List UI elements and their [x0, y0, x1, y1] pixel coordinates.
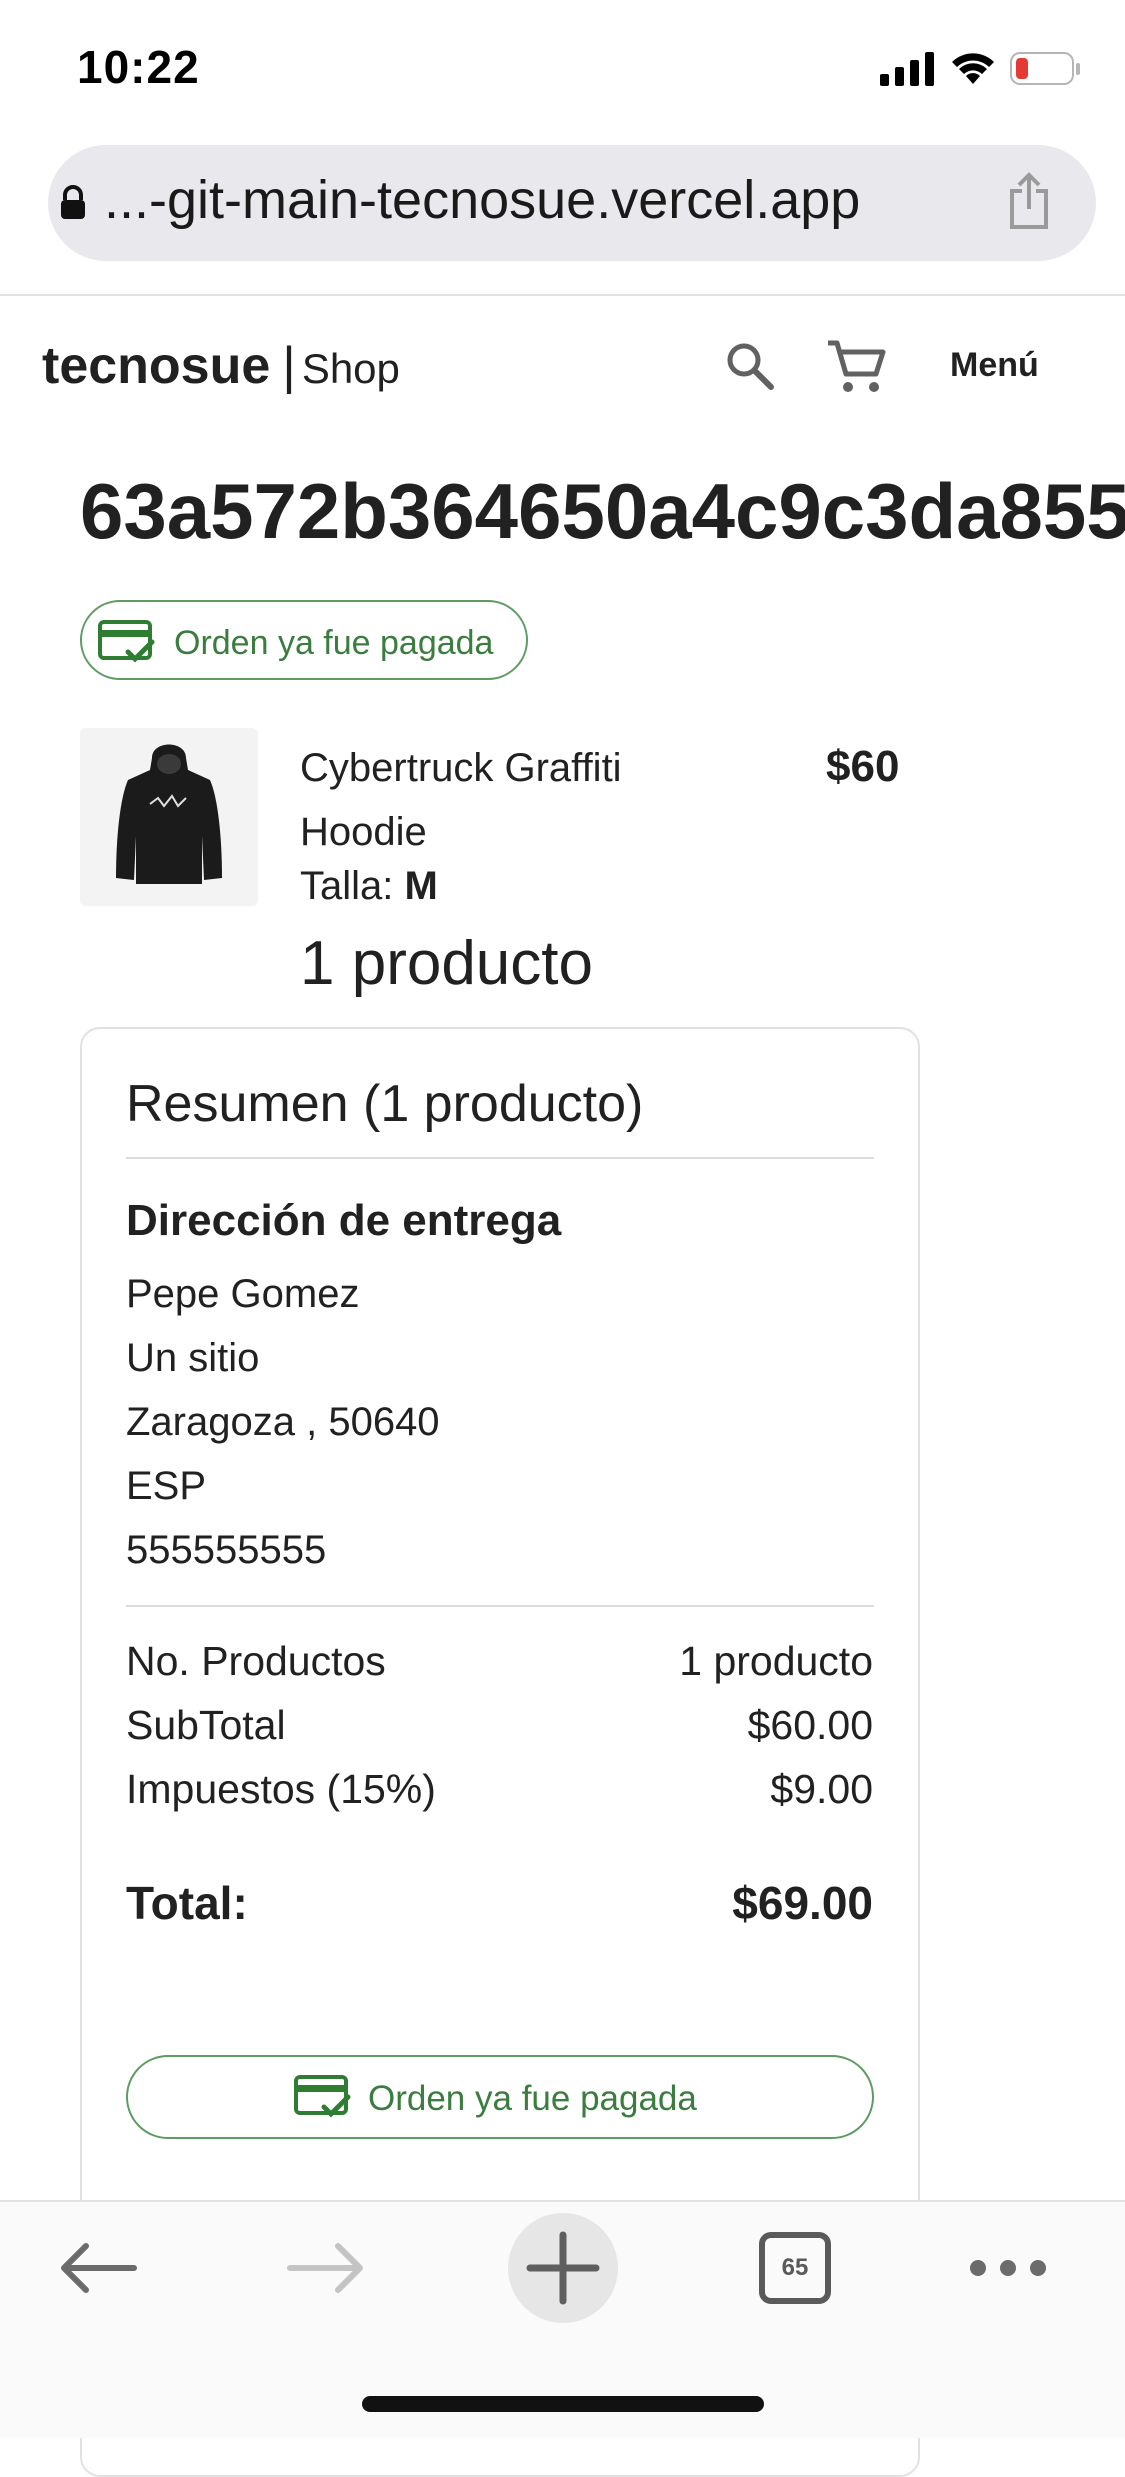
brand-logo[interactable]: tecnosue | Shop [42, 336, 400, 396]
summary-row-label: No. Productos [126, 1638, 386, 1684]
tabs-button[interactable]: 65 [759, 2232, 831, 2304]
more-icon[interactable] [966, 2253, 1050, 2283]
search-icon[interactable] [724, 340, 776, 392]
brand-name: tecnosue [42, 337, 271, 395]
product-quantity: 1 producto [300, 929, 593, 998]
share-icon[interactable] [1004, 171, 1054, 231]
credit-card-check-icon [294, 2075, 351, 2118]
total-label: Total: [126, 1877, 248, 1929]
product-size-label: Talla: [300, 864, 394, 908]
home-indicator[interactable] [362, 2396, 764, 2412]
cart-icon[interactable] [826, 338, 886, 396]
summary-divider-top [126, 1157, 874, 1159]
product-thumbnail[interactable] [80, 728, 258, 906]
summary-row-value: 1 producto [679, 1638, 873, 1684]
status-bar: 10:22 [0, 0, 1125, 140]
address-city-zip: Zaragoza , 50640 [126, 1400, 440, 1444]
address-name: Pepe Gomez [126, 1272, 360, 1316]
menu-button[interactable]: Menú [950, 346, 1039, 385]
hoodie-image [116, 744, 222, 884]
order-paid-status-label: Orden ya fue pagada [368, 2079, 697, 2118]
order-paid-chip-label: Orden ya fue pagada [174, 624, 494, 662]
summary-row-label: Impuestos (15%) [126, 1766, 436, 1812]
new-tab-button[interactable] [508, 2213, 618, 2323]
summary-row-value: $9.00 [770, 1766, 873, 1812]
summary-row-value: $60.00 [747, 1702, 873, 1748]
summary-title: Resumen (1 producto) [126, 1075, 644, 1133]
product-size: Talla: M [300, 864, 438, 909]
brand-separator: | [282, 337, 296, 395]
cellular-signal-icon [880, 52, 934, 86]
order-paid-status-button: Orden ya fue pagada [126, 2055, 874, 2139]
product-size-value: M [404, 864, 438, 908]
status-time: 10:22 [77, 41, 200, 93]
forward-arrow-icon[interactable] [284, 2236, 368, 2300]
lock-icon [61, 185, 85, 219]
brand-section: Shop [301, 345, 400, 392]
order-id-title: 63a572b364650a4c9c3da855 [80, 467, 1125, 555]
credit-card-check-icon [98, 620, 155, 663]
battery-low-icon [1010, 52, 1080, 85]
order-paid-chip: Orden ya fue pagada [80, 600, 528, 680]
total-value: $69.00 [732, 1877, 873, 1929]
summary-divider-bottom [126, 1605, 874, 1607]
url-text[interactable]: ...-git-main-tecnosue.vercel.app [104, 169, 860, 231]
browser-divider [0, 294, 1125, 296]
product-price: $60 [826, 742, 900, 791]
wifi-icon [952, 53, 994, 84]
address-line-1: Un sitio [126, 1336, 260, 1380]
new-tab-icon [526, 2231, 600, 2305]
address-phone: 555555555 [126, 1528, 327, 1572]
summary-row-label: SubTotal [126, 1702, 286, 1748]
back-arrow-icon[interactable] [56, 2236, 140, 2300]
delivery-address-heading: Dirección de entrega [126, 1196, 562, 1245]
product-name[interactable]: Cybertruck Graffiti Hoodie [300, 736, 700, 864]
address-bar[interactable]: ...-git-main-tecnosue.vercel.app [48, 145, 1096, 261]
address-country: ESP [126, 1464, 207, 1508]
